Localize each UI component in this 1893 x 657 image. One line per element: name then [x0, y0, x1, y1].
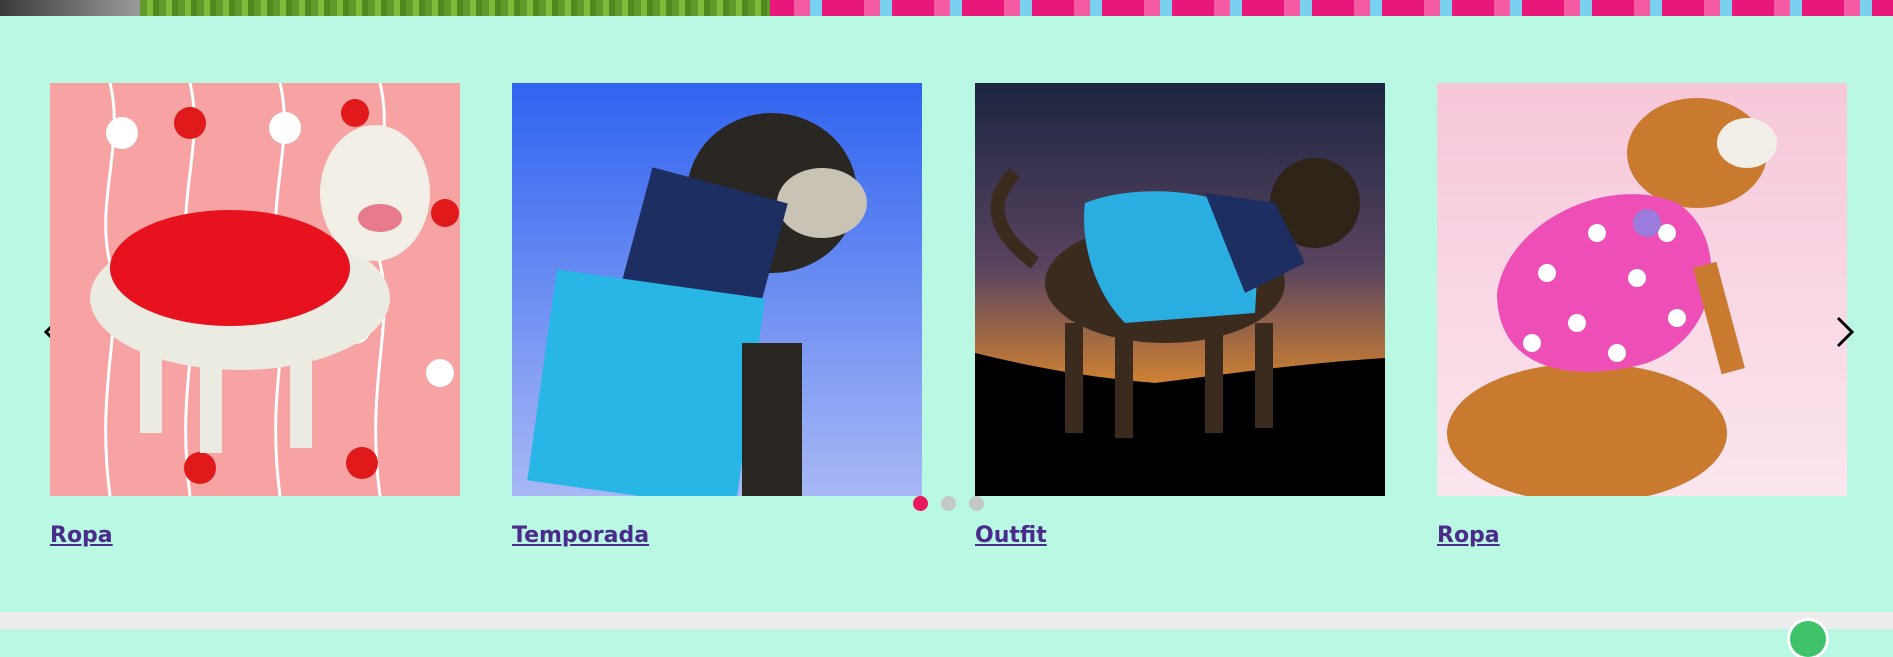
card-image-outfit-sunset[interactable] — [975, 83, 1385, 496]
carousel-pagination — [913, 496, 984, 511]
card-image-ropa-red[interactable] — [50, 83, 460, 496]
top-banner-image — [0, 0, 1893, 16]
category-card[interactable]: Outfit — [975, 83, 1385, 548]
carousel-next-button[interactable] — [1832, 314, 1858, 350]
card-image-temporada-blue[interactable] — [512, 83, 922, 496]
banner-segment-dark — [0, 0, 140, 16]
chevron-right-icon — [1836, 316, 1855, 348]
chat-widget-icon[interactable] — [1790, 621, 1826, 657]
category-carousel: Ropa Temporada Outfit Ropa — [0, 16, 1893, 612]
pagination-dot-1[interactable] — [913, 496, 928, 511]
category-card[interactable]: Temporada — [512, 83, 922, 548]
pagination-dot-3[interactable] — [969, 496, 984, 511]
banner-segment-grass — [140, 0, 770, 16]
category-card[interactable]: Ropa — [1437, 83, 1847, 548]
card-link-ropa[interactable]: Ropa — [1437, 523, 1500, 548]
card-link-ropa[interactable]: Ropa — [50, 523, 113, 548]
category-card[interactable]: Ropa — [50, 83, 460, 548]
banner-segment-pink-pattern — [770, 0, 1893, 16]
card-image-ropa-pink[interactable] — [1437, 83, 1847, 496]
pagination-dot-2[interactable] — [941, 496, 956, 511]
card-link-outfit[interactable]: Outfit — [975, 523, 1047, 548]
footer-strip — [0, 612, 1893, 629]
card-link-temporada[interactable]: Temporada — [512, 523, 649, 548]
